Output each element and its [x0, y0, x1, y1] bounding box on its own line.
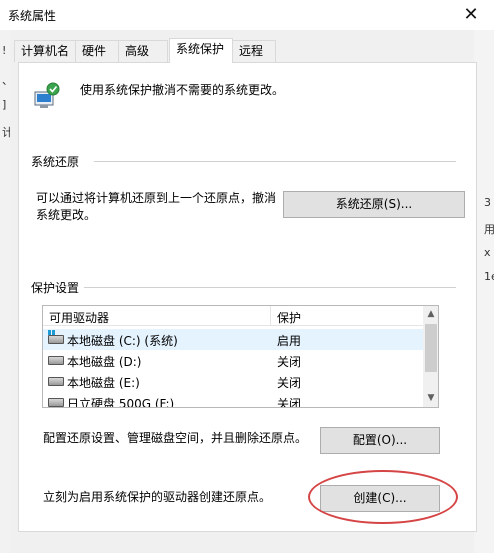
close-icon: ✕: [463, 4, 479, 25]
drive-name: 本地磁盘 (D:): [67, 355, 142, 369]
create-description: 立刻为启用系统保护的驱动器创建还原点。: [43, 490, 272, 504]
drive-row[interactable]: 本地磁盘 (D:) 关闭: [43, 350, 423, 371]
tab-computer-name[interactable]: 计算机名: [14, 40, 76, 62]
background-text: !: [2, 44, 7, 57]
column-header-drive[interactable]: 可用驱动器: [49, 309, 109, 326]
tab-label: 计算机名: [21, 44, 70, 58]
system-restore-group-label: 系统还原: [31, 155, 80, 169]
protection-status: 启用: [277, 334, 302, 348]
drive-icon: [48, 356, 64, 365]
tab-advanced[interactable]: 高级: [118, 40, 168, 62]
tab-label: 系统保护: [176, 42, 225, 56]
tab-remote[interactable]: 远程: [232, 40, 276, 62]
group-divider: [84, 287, 456, 288]
annotation-circle: [308, 470, 458, 524]
configure-description: 配置还原设置、管理磁盘空间，并且删除还原点。: [43, 431, 308, 445]
protection-status: 关闭: [277, 397, 302, 408]
system-restore-description: 可以通过将计算机还原到上一个还原点，撤消 系统更改。: [36, 191, 277, 222]
background-text: 用: [484, 223, 494, 236]
protection-status: 关闭: [277, 355, 302, 369]
vertical-scrollbar[interactable]: ▲ ▼: [423, 306, 438, 407]
drive-row[interactable]: 本地磁盘 (C:) (系统) 启用: [43, 329, 423, 350]
background-text: 3: [484, 196, 491, 209]
list-header: 可用驱动器 保护: [43, 306, 423, 326]
system-protection-icon: [34, 82, 60, 108]
drive-name: 本地磁盘 (E:): [67, 376, 140, 390]
protection-settings-group-label: 保护设置: [31, 281, 80, 295]
background-text: x: [484, 246, 491, 259]
close-button[interactable]: ✕: [456, 2, 486, 28]
title-bar: 系统属性 ✕: [0, 0, 494, 30]
column-separator: [270, 306, 271, 326]
drive-icon: [48, 398, 64, 407]
tab-label: 高级: [125, 44, 150, 58]
background-text: 1e: [484, 270, 494, 283]
tab-hardware[interactable]: 硬件: [75, 40, 119, 62]
scroll-thumb[interactable]: [425, 324, 437, 372]
intro-text: 使用系统保护撤消不需要的系统更改。: [80, 83, 285, 97]
group-divider: [94, 161, 456, 162]
system-drive-icon: [48, 330, 64, 344]
drive-row[interactable]: 本地磁盘 (E:) 关闭: [43, 371, 423, 392]
drive-row[interactable]: 日立硬盘 500G (F:) 关闭: [43, 392, 423, 408]
tab-label: 远程: [239, 44, 264, 58]
drive-name: 日立硬盘 500G (F:): [67, 397, 175, 408]
tab-panel: [18, 62, 477, 532]
drive-icon: [48, 377, 64, 386]
window-title: 系统属性: [8, 9, 57, 23]
button-label: 系统还原(S)...: [335, 197, 413, 211]
scroll-up-icon[interactable]: ▲: [423, 306, 438, 323]
drive-list[interactable]: 可用驱动器 保护 本地磁盘 (C:) (系统) 启用 本地磁盘 (D:) 关闭 …: [42, 305, 439, 408]
tab-label: 硬件: [82, 44, 107, 58]
drive-name: 本地磁盘 (C:) (系统): [67, 334, 178, 348]
protection-status: 关闭: [277, 376, 302, 390]
column-header-protection[interactable]: 保护: [277, 309, 301, 326]
button-label: 配置(O)...: [352, 433, 408, 447]
scroll-down-icon[interactable]: ▼: [423, 390, 438, 407]
background-window-right: [474, 26, 494, 553]
configure-button[interactable]: 配置(O)...: [320, 427, 440, 454]
background-text: ]: [2, 98, 7, 111]
system-restore-button[interactable]: 系统还原(S)...: [283, 191, 465, 218]
tab-system-protection[interactable]: 系统保护: [169, 38, 233, 63]
